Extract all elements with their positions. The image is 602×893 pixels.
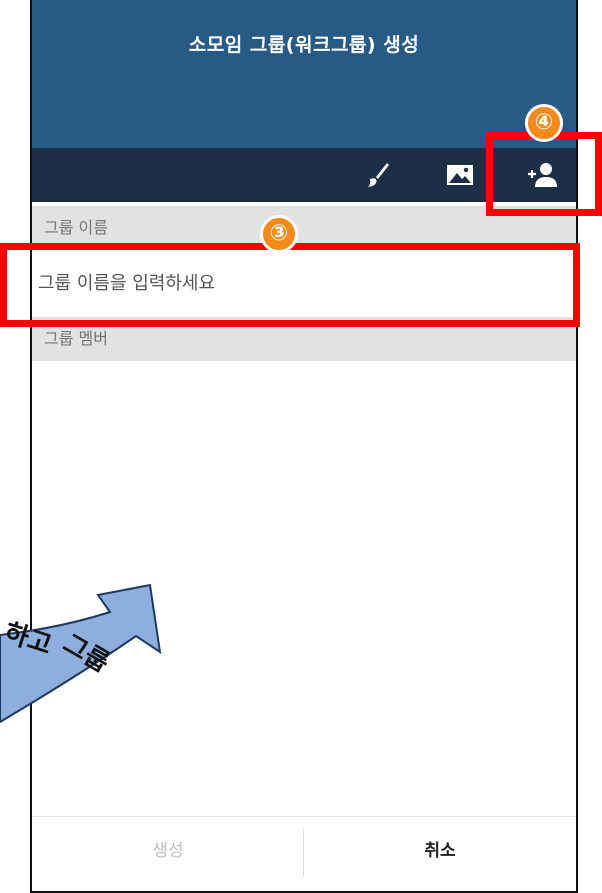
cancel-button[interactable]: 취소 <box>304 817 576 891</box>
image-icon[interactable] <box>444 160 476 190</box>
step-badge-4: ④ <box>525 104 563 142</box>
page-title: 소모임 그룹(워크그룹) 생성 <box>188 34 420 56</box>
app-header: 소모임 그룹(워크그룹) 생성 <box>32 0 576 148</box>
highlight-box-add-member <box>486 132 602 216</box>
create-button[interactable]: 생성 <box>32 817 304 891</box>
tutorial-arrow: 하고 그룹 <box>0 583 162 724</box>
paintbrush-icon[interactable] <box>362 160 394 190</box>
step-badge-3: ③ <box>260 215 298 253</box>
footer-actions: 생성 취소 <box>32 816 576 891</box>
highlight-box-group-name <box>0 243 580 327</box>
